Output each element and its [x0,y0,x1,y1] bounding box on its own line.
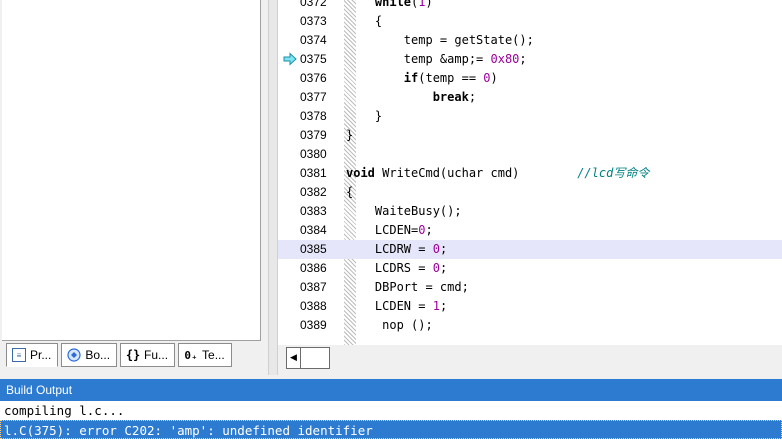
tab-project-label: Pr... [30,348,52,362]
code-text: if(temp == 0) [403,71,498,85]
code-text: LCDRS = 0; [346,261,448,275]
line-number: 0387 [278,278,344,297]
code-line[interactable]: 0373 { [278,12,782,31]
code-text: } [346,128,354,142]
line-number: 0374 [278,31,344,50]
build-output-lines: compiling l.c... l.C(375): error C202: 'a… [0,401,782,439]
project-pane: ≡ Pr... Bo... {} Fu... 0₊ Te... [0,0,268,375]
line-number-text: 0382 [300,185,327,199]
line-number-text: 0384 [300,223,327,237]
line-number: 0386 [278,259,344,278]
project-tabs: ≡ Pr... Bo... {} Fu... 0₊ Te... [6,343,235,369]
line-number: 0373 [278,12,344,31]
line-number: 0388 [278,297,344,316]
tab-functions-label: Fu... [144,348,169,362]
code-text: nop (); [346,318,433,332]
code-text: LCDRW = 0; [346,242,448,256]
code-line[interactable]: 0375 temp &amp;= 0x80; [278,50,782,69]
line-number: 0380 [278,145,344,164]
code-line[interactable]: 0380 [278,145,782,164]
line-number: 0384 [278,221,344,240]
line-number: 0385 [278,240,344,259]
tab-functions[interactable]: {} Fu... [120,343,176,367]
code-line[interactable]: 0379} [278,126,782,145]
horizontal-scrollbar[interactable]: ◀ [286,347,330,369]
line-number-text: 0376 [300,71,327,85]
code-text: break; [432,90,477,104]
tab-templates-label: Te... [202,348,225,362]
line-number: 0372 [278,0,344,12]
code-line[interactable]: 0382 { [278,183,782,202]
code-line[interactable]: 0376 if(temp == 0) [278,69,782,88]
line-number-text: 0372 [300,0,327,9]
code-line[interactable]: 0387 DBPort = cmd; [278,278,782,297]
line-number: 0389 [278,316,344,335]
line-number: 0376 [278,69,344,88]
line-number-text: 0373 [300,14,327,28]
code-text: temp &amp;= 0x80; [346,52,527,66]
code-text: void WriteCmd(uchar cmd) //lcd写命令 [346,166,650,180]
line-number-text: 0381 [300,166,327,180]
code-line[interactable]: 0384 LCDEN=0; [278,221,782,240]
tab-books[interactable]: Bo... [61,343,118,367]
line-number: 0383 [278,202,344,221]
functions-icon: {} [125,348,141,362]
line-number-text: 0378 [300,109,327,123]
line-number: 0375 [278,50,344,69]
code-line[interactable]: 0389 nop (); [278,316,782,335]
code-text: DBPort = cmd; [346,280,469,294]
code-text: LCDEN = 1; [346,299,448,313]
code-line[interactable]: 0381 void WriteCmd(uchar cmd) //lcd写命令 [278,164,782,183]
line-number-text: 0383 [300,204,327,218]
scroll-left-button[interactable]: ◀ [287,348,301,368]
line-number-text: 0387 [300,280,327,294]
editor-bottom-bar: ◀ [278,345,782,375]
books-icon [67,348,81,362]
code-text: { [346,185,354,199]
line-number: 0382 [278,183,344,202]
line-number-text: 0377 [300,90,327,104]
line-number: 0381 [278,164,344,183]
project-window-icon: ≡ [12,348,26,362]
line-number-text: 0374 [300,33,327,47]
error-arrow-icon [283,52,297,66]
line-number-text: 0375 [300,52,327,66]
pane-splitter[interactable] [268,0,278,375]
scroll-left-icon: ◀ [290,353,297,363]
code-editor[interactable]: 0372 while(1) 0373 {0374 temp = getState(… [278,0,782,345]
tab-templates[interactable]: 0₊ Te... [178,343,232,367]
tab-project[interactable]: ≡ Pr... [6,343,59,367]
code-line[interactable]: 0377 break; [278,88,782,107]
project-tree[interactable] [2,0,261,341]
code-text: } [346,109,383,123]
line-number: 0379 [278,126,344,145]
build-error-line[interactable]: l.C(375): error C202: 'amp': undefined i… [0,420,782,439]
code-text: while(1) [374,0,433,9]
line-number-text: 0380 [300,147,327,161]
code-line[interactable]: 0386 LCDRS = 0; [278,259,782,278]
line-number-text: 0388 [300,299,327,313]
code-line[interactable]: 0388 LCDEN = 1; [278,297,782,316]
code-line[interactable]: 0385 LCDRW = 0; [278,240,782,259]
line-number-text: 0385 [300,242,327,256]
code-line[interactable]: 0372 while(1) [278,0,782,12]
code-line[interactable]: 0378 } [278,107,782,126]
code-text: temp = getState(); [346,33,534,47]
templates-icon: 0₊ [184,348,198,362]
line-number: 0378 [278,107,344,126]
line-number-text: 0389 [300,318,327,332]
code-text: WaiteBusy(); [346,204,462,218]
code-line[interactable]: 0383 WaiteBusy(); [278,202,782,221]
code-text: LCDEN=0; [346,223,433,237]
line-number: 0377 [278,88,344,107]
line-number-text: 0386 [300,261,327,275]
build-output-panel: Build Output compiling l.c... l.C(375): e… [0,379,782,447]
build-output-line[interactable]: compiling l.c... [0,401,782,420]
templates-glyph: 0₊ [184,348,198,362]
tab-books-label: Bo... [85,348,111,362]
build-output-title: Build Output [0,379,782,401]
line-number-text: 0379 [300,128,327,142]
code-text: { [346,14,383,28]
code-line[interactable]: 0374 temp = getState(); [278,31,782,50]
